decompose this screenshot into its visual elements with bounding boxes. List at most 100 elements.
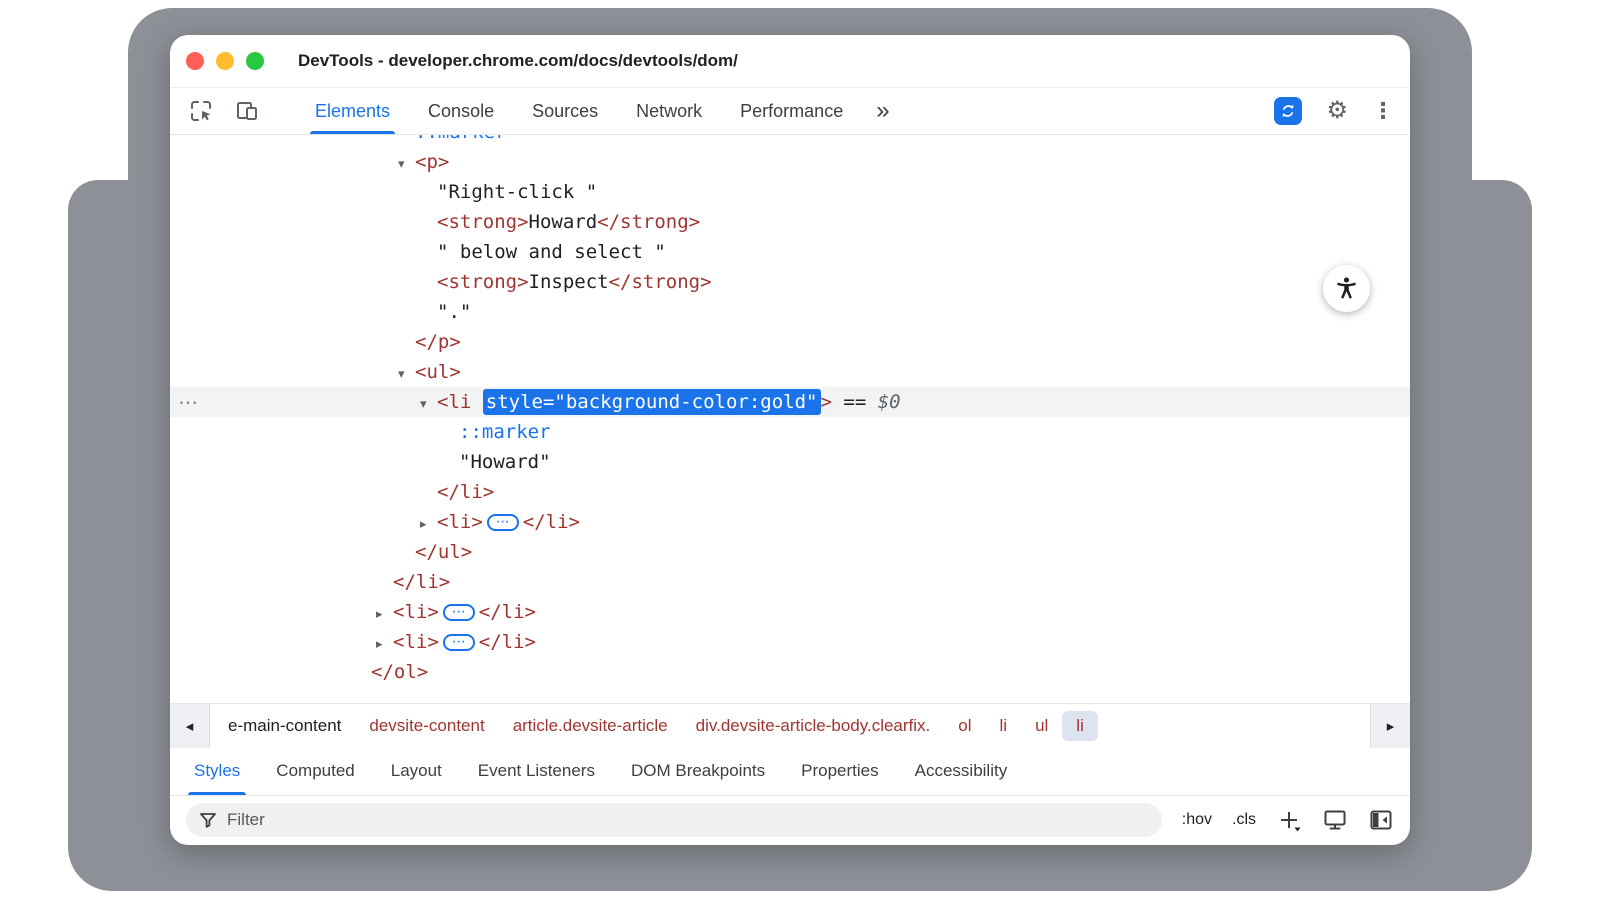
dom-tree-row[interactable]: </ul> bbox=[170, 537, 1410, 567]
collapsed-arrow-icon[interactable]: ▸ bbox=[376, 600, 393, 630]
indent-spacer bbox=[170, 167, 398, 168]
minimize-button[interactable] bbox=[216, 52, 234, 70]
breadcrumb-item[interactable]: ul bbox=[1021, 711, 1062, 741]
indent-spacer bbox=[170, 137, 398, 138]
more-tabs-chevron-icon[interactable]: » bbox=[876, 99, 889, 123]
expanded-arrow-icon[interactable]: ▾ bbox=[398, 150, 415, 180]
collapsed-arrow-icon[interactable]: ▸ bbox=[420, 510, 437, 540]
dom-tree-row[interactable]: ::marker bbox=[170, 135, 1410, 147]
code-text: Inspect bbox=[529, 271, 609, 293]
inline-expand-icon[interactable]: ⋯ bbox=[443, 604, 475, 621]
dom-pane: ::marker▾<p>"Right-click "<strong>Howard… bbox=[170, 135, 1410, 703]
dom-tree-row[interactable]: ▸<li>⋯</li> bbox=[170, 597, 1410, 627]
dom-tree-row[interactable]: ::marker bbox=[170, 417, 1410, 447]
collapse-sidebar-icon[interactable] bbox=[1368, 807, 1394, 833]
breadcrumb-item[interactable]: article.devsite-article bbox=[499, 711, 682, 741]
styles-tab-layout[interactable]: Layout bbox=[373, 748, 460, 795]
breadcrumb-scroll-right-icon[interactable]: ▸ bbox=[1370, 704, 1410, 748]
code-tag: </strong> bbox=[597, 211, 700, 233]
tab-network[interactable]: Network bbox=[617, 88, 721, 134]
more-options-icon[interactable]: ⋮ bbox=[1372, 100, 1394, 122]
code-tag: </li> bbox=[479, 601, 536, 623]
code-tag: <li> bbox=[393, 631, 439, 653]
zoom-button[interactable] bbox=[246, 52, 264, 70]
breadcrumb-item[interactable]: li bbox=[1062, 711, 1098, 741]
inspect-icon[interactable] bbox=[186, 96, 216, 126]
breadcrumb-item[interactable]: devsite-content bbox=[355, 711, 498, 741]
indent-spacer bbox=[170, 647, 376, 648]
code-tag: > bbox=[821, 391, 832, 413]
dom-tree-row[interactable]: </li> bbox=[170, 567, 1410, 597]
dom-tree-row[interactable]: <strong>Howard</strong> bbox=[170, 207, 1410, 237]
dom-tree-row[interactable]: </ol> bbox=[170, 657, 1410, 687]
dom-tree-row[interactable]: ▸<li>⋯</li> bbox=[170, 627, 1410, 657]
dom-tree-row[interactable]: ⋯▾<li style="background-color:gold"> == … bbox=[170, 387, 1410, 417]
settings-gear-icon[interactable]: ⚙ bbox=[1326, 99, 1348, 123]
new-style-rule-icon[interactable] bbox=[1276, 807, 1302, 833]
tab-sources[interactable]: Sources bbox=[513, 88, 617, 134]
dom-tree-row[interactable]: <strong>Inspect</strong> bbox=[170, 267, 1410, 297]
dom-tree-row[interactable]: " below and select " bbox=[170, 237, 1410, 267]
dom-tree-row[interactable]: ▾<p> bbox=[170, 147, 1410, 177]
tab-console[interactable]: Console bbox=[409, 88, 513, 134]
dom-tree-row[interactable]: "Howard" bbox=[170, 447, 1410, 477]
code-sel[interactable]: style="background-color:gold" bbox=[483, 389, 821, 415]
styles-tab-computed[interactable]: Computed bbox=[258, 748, 372, 795]
code-tag: <strong> bbox=[437, 211, 529, 233]
element-classes-button[interactable]: .cls bbox=[1232, 811, 1256, 829]
styles-tab-accessibility[interactable]: Accessibility bbox=[897, 748, 1026, 795]
code-dollar: $0 bbox=[878, 391, 901, 413]
dom-tree-row[interactable]: </li> bbox=[170, 477, 1410, 507]
indent-spacer bbox=[170, 467, 442, 468]
code-tag: <li bbox=[437, 391, 483, 413]
indent-spacer bbox=[170, 617, 376, 618]
styles-tabs: StylesComputedLayoutEvent ListenersDOM B… bbox=[170, 748, 1410, 796]
dom-tree-row[interactable]: </p> bbox=[170, 327, 1410, 357]
inline-expand-icon[interactable]: ⋯ bbox=[487, 514, 519, 531]
indent-spacer bbox=[170, 587, 376, 588]
device-toolbar-icon[interactable] bbox=[232, 96, 262, 126]
tab-elements[interactable]: Elements bbox=[296, 88, 409, 134]
accessibility-icon[interactable] bbox=[1323, 265, 1370, 312]
dom-tree-row[interactable]: "." bbox=[170, 297, 1410, 327]
indent-spacer bbox=[170, 527, 420, 528]
window-title: DevTools - developer.chrome.com/docs/dev… bbox=[298, 51, 738, 71]
indent-spacer bbox=[170, 197, 420, 198]
styles-filter-bar: :hov .cls bbox=[170, 796, 1410, 846]
filter-field[interactable] bbox=[186, 803, 1162, 837]
code-eq: == bbox=[832, 391, 878, 413]
close-button[interactable] bbox=[186, 52, 204, 70]
dom-tree-row[interactable]: ▸<li>⋯</li> bbox=[170, 507, 1410, 537]
breadcrumb-scroll-left-icon[interactable]: ◂ bbox=[170, 704, 210, 748]
rendering-monitor-icon[interactable] bbox=[1322, 807, 1348, 833]
indent-spacer bbox=[170, 257, 420, 258]
indent-spacer bbox=[170, 227, 420, 228]
dom-tree-row[interactable]: "Right-click " bbox=[170, 177, 1410, 207]
code-text: "." bbox=[437, 301, 471, 323]
code-tag: <li> bbox=[393, 601, 439, 623]
sync-icon[interactable] bbox=[1274, 97, 1302, 125]
styles-tab-dom-breakpoints[interactable]: DOM Breakpoints bbox=[613, 748, 783, 795]
styles-tab-event-listeners[interactable]: Event Listeners bbox=[460, 748, 613, 795]
code-tag: </li> bbox=[393, 571, 450, 593]
breadcrumb-item[interactable]: ol bbox=[944, 711, 985, 741]
expanded-arrow-icon[interactable]: ▾ bbox=[420, 390, 437, 420]
tab-performance[interactable]: Performance bbox=[721, 88, 862, 134]
code-pseudo: ::marker bbox=[415, 135, 507, 143]
styles-tab-properties[interactable]: Properties bbox=[783, 748, 896, 795]
node-more-actions-icon[interactable]: ⋯ bbox=[178, 387, 198, 417]
titlebar: DevTools - developer.chrome.com/docs/dev… bbox=[170, 35, 1410, 88]
code-tag: <p> bbox=[415, 151, 449, 173]
dom-tree: ::marker▾<p>"Right-click "<strong>Howard… bbox=[170, 135, 1410, 687]
breadcrumb-item[interactable]: div.devsite-article-body.clearfix. bbox=[682, 711, 945, 741]
filter-input[interactable] bbox=[227, 810, 1150, 830]
toggle-element-state-button[interactable]: :hov bbox=[1182, 811, 1212, 829]
code-text: "Howard" bbox=[459, 451, 551, 473]
collapsed-arrow-icon[interactable]: ▸ bbox=[376, 630, 393, 660]
inline-expand-icon[interactable]: ⋯ bbox=[443, 634, 475, 651]
styles-tab-styles[interactable]: Styles bbox=[176, 748, 258, 795]
dom-tree-row[interactable]: ▾<ul> bbox=[170, 357, 1410, 387]
expanded-arrow-icon[interactable]: ▾ bbox=[398, 360, 415, 390]
breadcrumb-item[interactable]: e-main-content bbox=[214, 711, 355, 741]
breadcrumb-item[interactable]: li bbox=[986, 711, 1022, 741]
